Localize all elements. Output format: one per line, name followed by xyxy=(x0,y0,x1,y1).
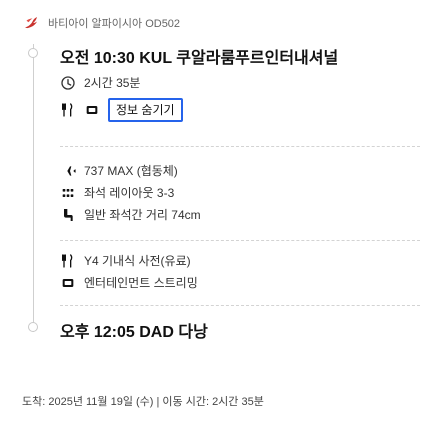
timeline-node-departure xyxy=(28,48,38,58)
seat-layout: 좌석 레이아웃 3-3 xyxy=(84,186,175,200)
clock-icon xyxy=(60,75,76,91)
arrival-time-airport: 오후 12:05 DAD 다낭 xyxy=(60,324,208,341)
seat-layout-row: 좌석 레이아웃 3-3 xyxy=(60,184,174,201)
utensils-icon xyxy=(60,102,76,118)
timeline-line xyxy=(33,44,34,332)
info-toggle-row: 정보 숨기기 xyxy=(60,98,183,122)
meal-icon xyxy=(60,253,76,269)
entertainment-icon xyxy=(60,275,76,291)
aircraft-model-row: 737 MAX (협동체) xyxy=(60,162,178,179)
flight-detail-card: 바티아이 알파이시아 OD502 오전 10:30 KUL 쿠알라룸푸르인터내셔… xyxy=(0,0,442,423)
duration-text: 2시간 35분 xyxy=(84,76,141,90)
flight-footer: 도착: 2025년 11월 19일 (수) | 이동 시간: 2시간 35분 xyxy=(22,396,264,408)
meal-row: Y4 기내식 사전(유료) xyxy=(60,252,191,269)
entertainment-row: 엔터테인먼트 스트리밍 xyxy=(60,274,198,291)
seat-icon xyxy=(60,207,76,223)
seat-pitch: 일반 좌석간 거리 74cm xyxy=(84,208,201,222)
duration-row: 2시간 35분 xyxy=(60,74,140,91)
departure-row: 오전 10:30 KUL 쿠알라룸푸르인터내셔널 xyxy=(60,44,338,68)
airline-logo-icon xyxy=(22,14,40,32)
entertainment-info: 엔터테인먼트 스트리밍 xyxy=(84,276,198,290)
meal-info: Y4 기내식 사전(유료) xyxy=(84,254,191,268)
section-divider-2 xyxy=(60,240,420,241)
airplane-icon xyxy=(60,163,76,179)
flight-meta: 바티아이 알파이시아 OD502 xyxy=(48,18,181,30)
departure-time-airport: 오전 10:30 KUL 쿠알라룸푸르인터내셔널 xyxy=(60,50,339,67)
flight-header: 바티아이 알파이시아 OD502 xyxy=(22,14,180,32)
timeline-node-arrival xyxy=(28,322,38,332)
seat-layout-icon xyxy=(60,185,76,201)
section-divider-1 xyxy=(60,146,420,147)
section-divider-3 xyxy=(60,305,420,306)
arrival-row: 오후 12:05 DAD 다낭 xyxy=(60,318,208,342)
seat-pitch-row: 일반 좌석간 거리 74cm xyxy=(60,206,201,223)
screen-icon xyxy=(84,102,100,118)
hide-info-button[interactable]: 정보 숨기기 xyxy=(108,98,183,122)
aircraft-model: 737 MAX (협동체) xyxy=(84,164,178,178)
